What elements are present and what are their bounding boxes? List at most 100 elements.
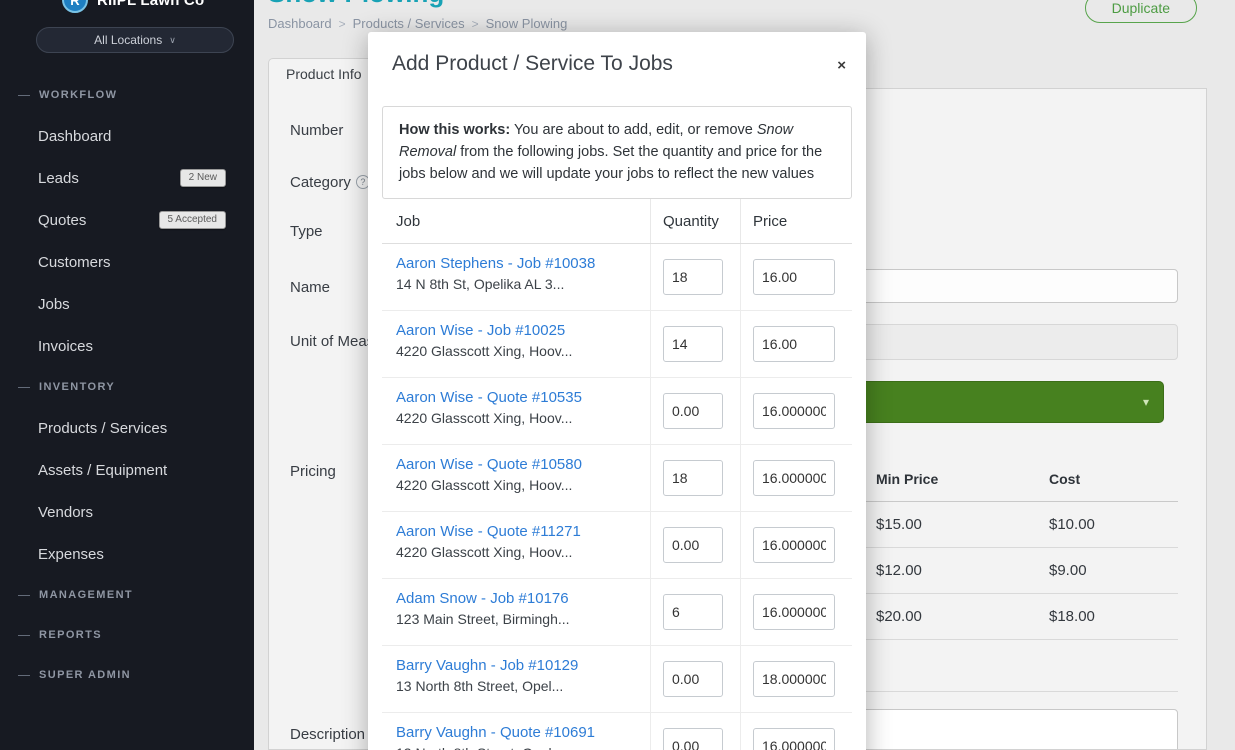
close-icon[interactable]: × — [837, 58, 846, 73]
company-name: RIIPL Lawn Co — [97, 0, 204, 9]
name-label: Name — [290, 279, 330, 296]
nav-section-label: SUPER ADMIN — [39, 669, 131, 681]
quantity-cell — [650, 579, 740, 645]
sidebar-item-assets-equipment[interactable]: Assets / Equipment — [0, 449, 254, 491]
price-cell — [740, 713, 852, 750]
how-this-works-note: How this works: You are about to add, ed… — [382, 106, 852, 199]
nav-section-label: REPORTS — [39, 629, 102, 641]
breadcrumb-separator: > — [339, 17, 346, 31]
sidebar-item-label: Customers — [38, 254, 111, 271]
section-dash — [18, 595, 30, 596]
company-logo: R RIIPL Lawn Co — [62, 0, 204, 13]
category-label-text: Category — [290, 174, 351, 191]
sidebar-item-products-services[interactable]: Products / Services — [0, 407, 254, 449]
sidebar-item-customers[interactable]: Customers — [0, 241, 254, 283]
breadcrumb-products-services[interactable]: Products / Services — [353, 16, 465, 31]
category-label: Category? — [290, 174, 370, 191]
quantity-input[interactable] — [663, 728, 723, 750]
quantity-input[interactable] — [663, 527, 723, 563]
pricing-cost-value: $10.00 — [1041, 502, 1178, 547]
job-address: 13 North 8th Street, Opel... — [396, 745, 650, 750]
nav-section-reports: REPORTS — [0, 615, 254, 655]
job-link[interactable]: Adam Snow - Job #10176 — [396, 590, 650, 607]
job-link[interactable]: Aaron Wise - Quote #11271 — [396, 523, 650, 540]
breadcrumb-dashboard[interactable]: Dashboard — [268, 16, 332, 31]
job-link[interactable]: Aaron Wise - Quote #10580 — [396, 456, 650, 473]
pricing-header-cost: Cost — [1041, 456, 1178, 501]
section-dash — [18, 635, 30, 636]
location-selector[interactable]: All Locations ∨ — [36, 27, 234, 53]
sidebar-nav: WORKFLOW Dashboard Leads 2 New Quotes 5 … — [0, 75, 254, 695]
section-dash — [18, 387, 30, 388]
price-cell — [740, 378, 852, 444]
sidebar-item-dashboard[interactable]: Dashboard — [0, 115, 254, 157]
job-link[interactable]: Aaron Stephens - Job #10038 — [396, 255, 650, 272]
add-product-service-modal: Add Product / Service To Jobs × How this… — [368, 32, 866, 750]
jobs-header-price: Price — [740, 199, 852, 243]
page-title: Snow Plowing — [268, 0, 444, 9]
pricing-min-price-value: $15.00 — [868, 502, 1041, 547]
quantity-input[interactable] — [663, 259, 723, 295]
price-cell — [740, 646, 852, 712]
job-row: Adam Snow - Job #10176 123 Main Street, … — [382, 579, 852, 646]
price-input[interactable] — [753, 527, 835, 563]
nav-section-super-admin: SUPER ADMIN — [0, 655, 254, 695]
sidebar: R RIIPL Lawn Co All Locations ∨ WORKFLOW… — [0, 0, 254, 750]
nav-section-label: MANAGEMENT — [39, 589, 133, 601]
quantity-input[interactable] — [663, 460, 723, 496]
sidebar-item-label: Vendors — [38, 504, 93, 521]
quantity-input[interactable] — [663, 661, 723, 697]
pricing-label: Pricing — [290, 463, 336, 480]
sidebar-item-vendors[interactable]: Vendors — [0, 491, 254, 533]
price-cell — [740, 579, 852, 645]
job-cell: Barry Vaughn - Quote #10691 13 North 8th… — [382, 713, 650, 750]
job-cell: Aaron Wise - Job #10025 4220 Glasscott X… — [382, 311, 650, 377]
sidebar-item-label: Leads — [38, 170, 79, 187]
sidebar-item-leads[interactable]: Leads 2 New — [0, 157, 254, 199]
modal-header: Add Product / Service To Jobs × — [368, 32, 866, 92]
price-input[interactable] — [753, 259, 835, 295]
nav-section-label: INVENTORY — [39, 381, 115, 393]
job-address: 13 North 8th Street, Opel... — [396, 678, 650, 694]
sidebar-item-label: Quotes — [38, 212, 86, 229]
price-input[interactable] — [753, 326, 835, 362]
quantity-input[interactable] — [663, 393, 723, 429]
price-cell — [740, 244, 852, 310]
sidebar-item-quotes[interactable]: Quotes 5 Accepted — [0, 199, 254, 241]
price-cell — [740, 445, 852, 511]
job-link[interactable]: Aaron Wise - Quote #10535 — [396, 389, 650, 406]
sidebar-item-label: Dashboard — [38, 128, 111, 145]
sidebar-item-jobs[interactable]: Jobs — [0, 283, 254, 325]
job-row: Aaron Wise - Job #10025 4220 Glasscott X… — [382, 311, 852, 378]
quantity-input[interactable] — [663, 326, 723, 362]
jobs-table-header: Job Quantity Price — [382, 199, 852, 244]
company-logo-icon: R — [62, 0, 88, 13]
price-cell — [740, 512, 852, 578]
modal-title: Add Product / Service To Jobs — [392, 52, 842, 76]
chevron-down-icon: ▾ — [1143, 395, 1149, 409]
job-address: 4220 Glasscott Xing, Hoov... — [396, 477, 650, 493]
section-dash — [18, 95, 30, 96]
tab-product-info[interactable]: Product Info — [268, 58, 380, 89]
job-link[interactable]: Aaron Wise - Job #10025 — [396, 322, 650, 339]
sidebar-item-expenses[interactable]: Expenses — [0, 533, 254, 575]
price-input[interactable] — [753, 594, 835, 630]
sidebar-item-badge: 2 New — [180, 169, 226, 187]
job-link[interactable]: Barry Vaughn - Job #10129 — [396, 657, 650, 674]
price-input[interactable] — [753, 661, 835, 697]
price-input[interactable] — [753, 393, 835, 429]
job-row: Aaron Wise - Quote #11271 4220 Glasscott… — [382, 512, 852, 579]
quantity-cell — [650, 445, 740, 511]
job-cell: Barry Vaughn - Job #10129 13 North 8th S… — [382, 646, 650, 712]
price-input[interactable] — [753, 728, 835, 750]
sidebar-item-invoices[interactable]: Invoices — [0, 325, 254, 367]
job-row: Barry Vaughn - Quote #10691 13 North 8th… — [382, 713, 852, 750]
sidebar-item-label: Jobs — [38, 296, 70, 313]
jobs-header-quantity: Quantity — [650, 199, 740, 243]
job-row: Aaron Wise - Quote #10535 4220 Glasscott… — [382, 378, 852, 445]
job-address: 4220 Glasscott Xing, Hoov... — [396, 343, 650, 359]
job-link[interactable]: Barry Vaughn - Quote #10691 — [396, 724, 650, 741]
price-input[interactable] — [753, 460, 835, 496]
quantity-input[interactable] — [663, 594, 723, 630]
duplicate-button[interactable]: Duplicate — [1085, 0, 1197, 23]
